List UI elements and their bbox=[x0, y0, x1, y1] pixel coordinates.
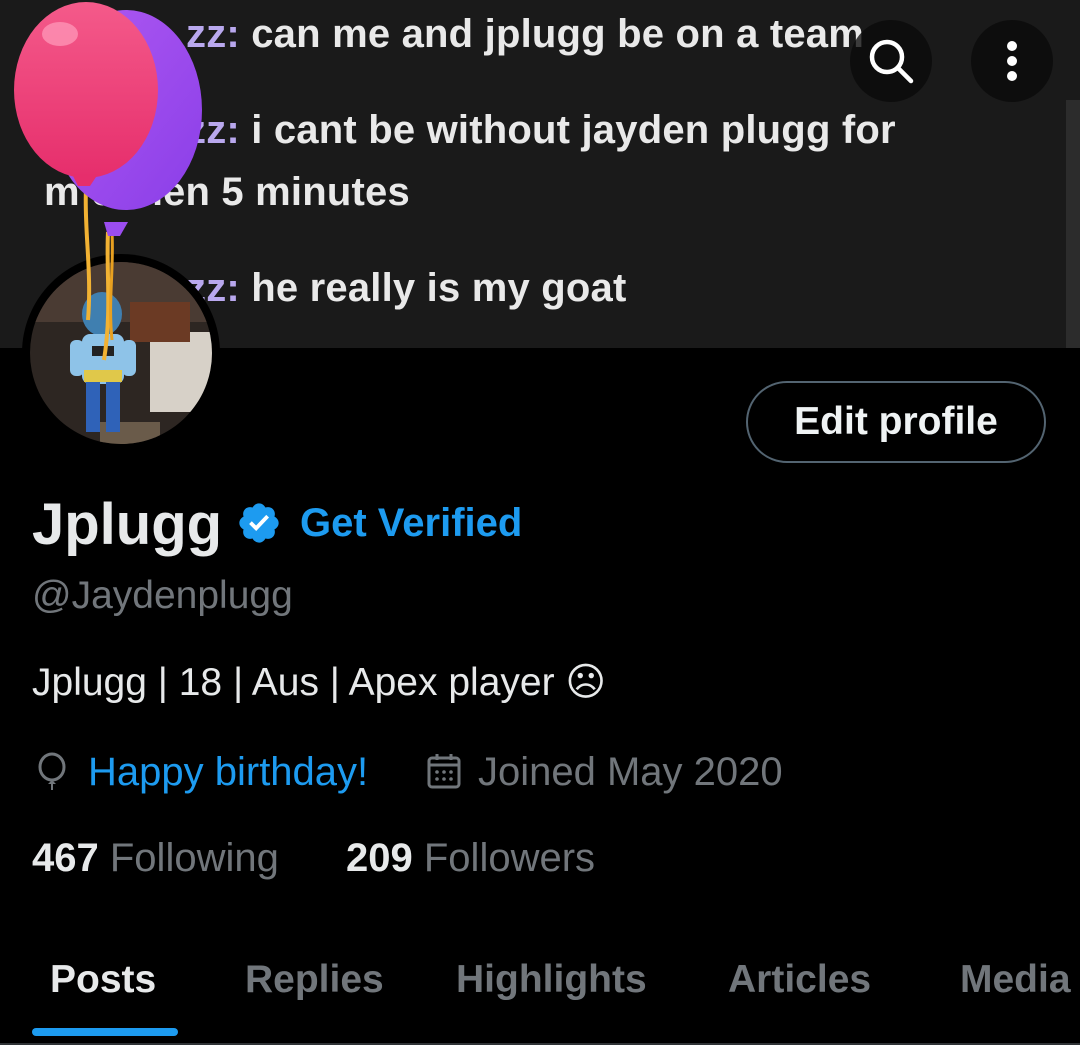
calendar-icon bbox=[427, 754, 461, 789]
following-stat[interactable]: 467 Following bbox=[32, 834, 279, 882]
followers-stat[interactable]: 209 Followers bbox=[346, 834, 595, 882]
more-options-button[interactable] bbox=[971, 20, 1053, 102]
banner-chat-line: zz: i cant be without jayden plugg for bbox=[186, 108, 896, 152]
active-tab-indicator bbox=[32, 1028, 178, 1036]
verified-badge-icon[interactable] bbox=[234, 500, 284, 546]
followers-label: Followers bbox=[423, 836, 596, 880]
balloon-outline-icon bbox=[38, 752, 66, 790]
search-icon bbox=[869, 39, 914, 84]
banner-chat-line: zz: he really is my goat bbox=[186, 266, 627, 310]
tab-posts[interactable]: Posts bbox=[50, 958, 156, 1002]
banner-image-scrollbar bbox=[1066, 100, 1080, 348]
more-vertical-icon bbox=[1007, 41, 1017, 81]
birthday-balloon-icon bbox=[14, 2, 202, 361]
tab-articles[interactable]: Articles bbox=[728, 958, 871, 1002]
joined-date: Joined May 2020 bbox=[478, 750, 783, 794]
profile-bio: Jplugg | 18 | Aus | Apex player ☹ bbox=[32, 661, 607, 704]
display-name: Jplugg bbox=[32, 492, 223, 557]
tab-highlights[interactable]: Highlights bbox=[456, 958, 647, 1002]
search-button[interactable] bbox=[850, 20, 932, 102]
profile-tabs: Posts Replies Highlights Articles Media bbox=[0, 940, 1080, 1045]
tab-replies[interactable]: Replies bbox=[245, 958, 384, 1002]
edit-profile-button[interactable]: Edit profile bbox=[746, 381, 1046, 463]
followers-count: 209 bbox=[346, 836, 413, 880]
birthday-link[interactable]: Happy birthday! bbox=[88, 748, 368, 796]
banner-chat-line: zz: can me and jplugg be on a team bbox=[186, 12, 865, 56]
following-count: 467 bbox=[32, 836, 99, 880]
get-verified-link[interactable]: Get Verified bbox=[300, 500, 522, 546]
following-label: Following bbox=[109, 836, 279, 880]
tab-media[interactable]: Media bbox=[960, 958, 1071, 1002]
username-handle: @Jaydenplugg bbox=[32, 574, 293, 617]
